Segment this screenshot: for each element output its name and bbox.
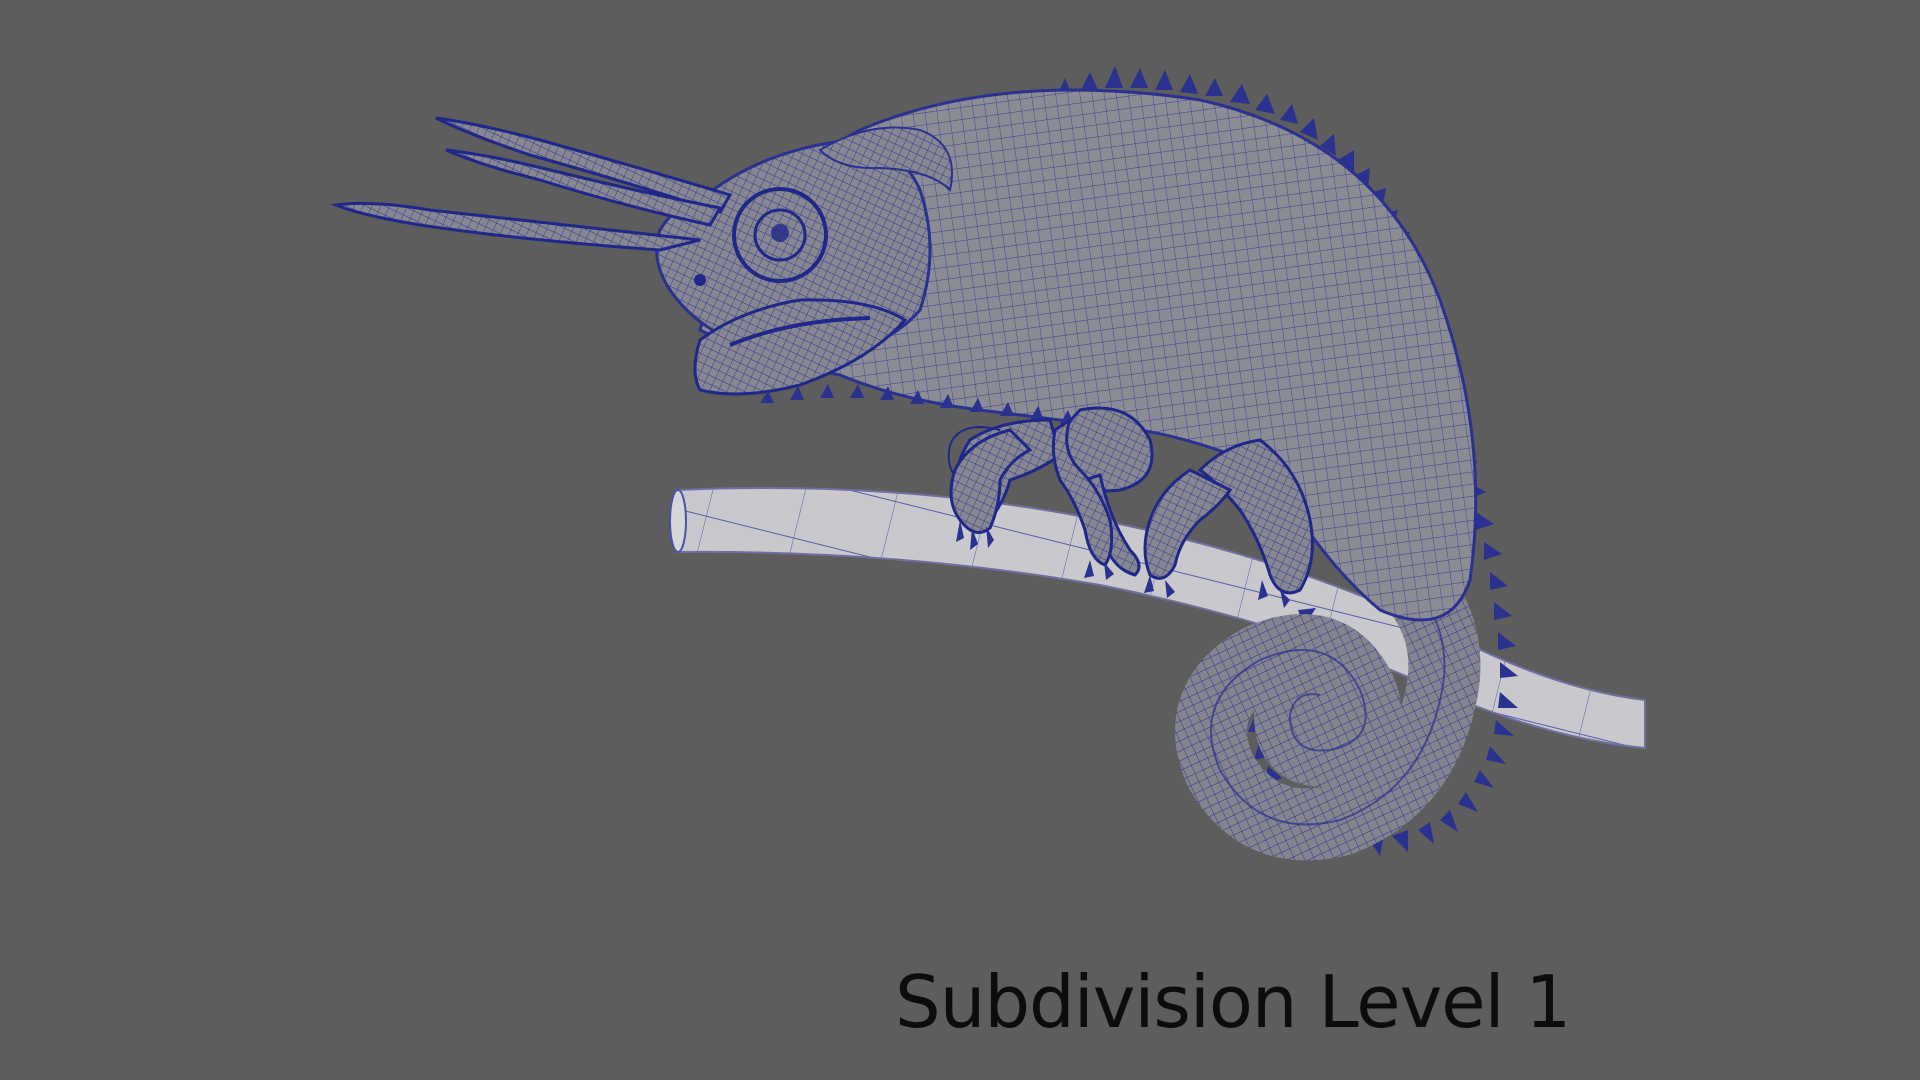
model-render [330, 66, 1646, 861]
viewport[interactable]: Subdivision Level 1 [0, 0, 1920, 1080]
horn-icon [435, 116, 733, 214]
subdivision-level-caption: Subdivision Level 1 [895, 960, 1571, 1044]
chameleon-icon [330, 66, 1518, 861]
